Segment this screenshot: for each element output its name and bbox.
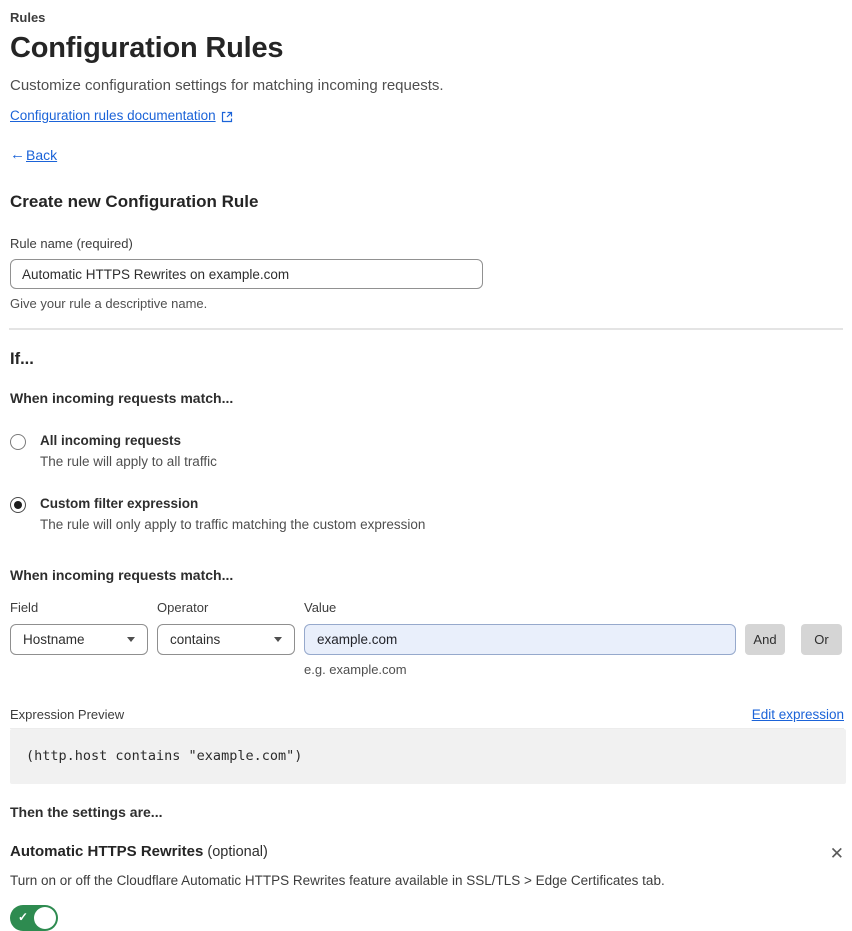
radio-checked-icon[interactable] — [10, 497, 26, 513]
operator-column-label: Operator — [157, 600, 209, 615]
radio-option-description: The rule will only apply to traffic matc… — [40, 517, 426, 532]
expression-preview-header: Expression Preview Edit expression — [10, 707, 844, 729]
page-title: Configuration Rules — [10, 32, 284, 64]
radio-option-label: Custom filter expression — [40, 496, 199, 511]
or-button[interactable]: Or — [801, 624, 842, 655]
operator-select[interactable]: contains — [157, 624, 295, 655]
section-divider — [9, 328, 843, 330]
external-link-icon — [221, 110, 233, 122]
back-link-label[interactable]: Back — [26, 147, 57, 163]
setting-title-name: Automatic HTTPS Rewrites — [10, 843, 204, 860]
then-settings-heading: Then the settings are... — [10, 804, 163, 820]
chevron-down-icon — [127, 637, 135, 642]
radio-option-label: All incoming requests — [40, 433, 182, 448]
operator-select-value: contains — [170, 632, 221, 647]
radio-option-all-incoming-requests[interactable]: All incoming requests The rule will appl… — [10, 433, 843, 469]
create-rule-heading: Create new Configuration Rule — [10, 192, 259, 211]
builder-heading: When incoming requests match... — [10, 567, 234, 583]
https-rewrites-toggle[interactable]: ✓ — [10, 905, 58, 931]
setting-title: Automatic HTTPS Rewrites (optional) — [10, 843, 268, 860]
rule-name-input[interactable] — [10, 259, 483, 289]
documentation-link[interactable]: Configuration rules documentation — [10, 108, 216, 123]
chevron-down-icon — [274, 637, 282, 642]
close-icon[interactable]: ✕ — [830, 845, 844, 862]
edit-expression-link[interactable]: Edit expression — [752, 707, 844, 722]
check-icon: ✓ — [18, 910, 29, 924]
radio-option-description: The rule will apply to all traffic — [40, 454, 217, 469]
radio-unchecked-icon[interactable] — [10, 434, 26, 450]
breadcrumb: Rules — [10, 10, 46, 25]
match-heading: When incoming requests match... — [10, 390, 234, 406]
toggle-knob — [34, 907, 56, 929]
setting-description: Turn on or off the Cloudflare Automatic … — [10, 873, 665, 888]
configuration-rules-page: Rules Configuration Rules Customize conf… — [0, 0, 852, 931]
back-arrow-icon: ← — [10, 146, 25, 163]
setting-title-optional: (optional) — [203, 844, 268, 860]
value-column-label: Value — [304, 600, 337, 615]
field-select-value: Hostname — [23, 632, 85, 647]
expression-text: (http.host contains "example.com") — [26, 748, 303, 764]
value-input[interactable] — [304, 624, 736, 655]
setting-card-header: Automatic HTTPS Rewrites (optional) ✕ — [10, 843, 844, 862]
expression-preview-code: (http.host contains "example.com") — [10, 729, 846, 784]
rule-name-label: Rule name (required) — [10, 236, 133, 251]
expression-preview-label: Expression Preview — [10, 707, 125, 722]
if-heading: If... — [10, 350, 34, 368]
radio-option-custom-filter-expression[interactable]: Custom filter expression The rule will o… — [10, 496, 843, 532]
value-help-text: e.g. example.com — [304, 662, 407, 677]
back-link[interactable]: ← Back — [10, 146, 843, 163]
field-column-label: Field — [10, 600, 39, 615]
expression-builder-row: Field Operator Value Hostname contains A… — [10, 600, 843, 677]
page-subtitle: Customize configuration settings for mat… — [10, 77, 444, 94]
field-select[interactable]: Hostname — [10, 624, 148, 655]
and-button[interactable]: And — [745, 624, 785, 655]
rule-name-help: Give your rule a descriptive name. — [10, 296, 208, 311]
